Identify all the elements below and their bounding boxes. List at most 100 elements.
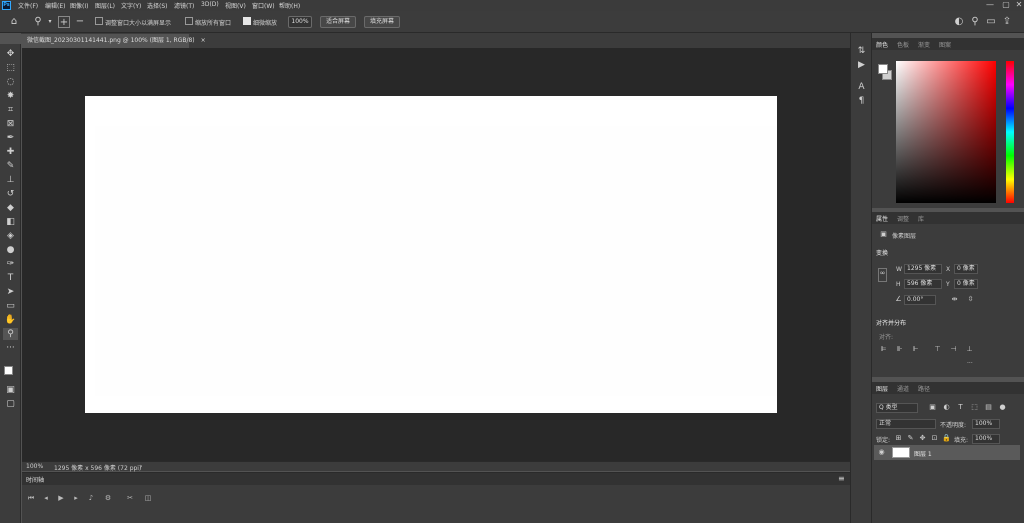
layer-name[interactable]: 图层 1 (914, 449, 932, 458)
screen-mode-icon[interactable]: ▢ (3, 398, 18, 410)
quick-mask-icon[interactable]: ▣ (3, 384, 18, 396)
zoom-tool-icon[interactable]: ⚲ (3, 328, 18, 340)
actions-panel-icon[interactable]: ▶ (855, 59, 868, 71)
blend-mode-select[interactable]: 正常 (876, 419, 936, 429)
minimize-button[interactable]: — (982, 0, 998, 11)
prev-frame-icon[interactable]: ◂ (40, 493, 52, 503)
layer-filter-select[interactable]: Q 类型 (876, 403, 918, 413)
tab-gradients[interactable]: 渐变 (918, 40, 930, 49)
crop-tool-icon[interactable]: ⌗ (3, 104, 18, 116)
tab-properties[interactable]: 属性 (876, 214, 888, 223)
quick-select-tool-icon[interactable]: ✸ (3, 90, 18, 102)
filter-shape-icon[interactable]: ⬚ (970, 403, 979, 412)
align-bottom-icon[interactable]: ⊥ (965, 345, 974, 354)
tab-channels[interactable]: 通道 (897, 384, 909, 393)
first-frame-icon[interactable]: ⏮ (25, 493, 37, 503)
menu-file[interactable]: 文件(F) (18, 1, 38, 10)
learn-icon[interactable]: ◐ (953, 16, 965, 28)
next-frame-icon[interactable]: ▸ (70, 493, 82, 503)
close-window-button[interactable]: ✕ (1011, 0, 1024, 11)
align-left-icon[interactable]: ⊫ (879, 345, 888, 354)
lock-position-icon[interactable]: ✥ (918, 434, 927, 443)
fit-screen-button[interactable]: 适合屏幕 (320, 16, 356, 28)
flip-horizontal-icon[interactable]: ⇹ (950, 295, 959, 304)
blur-tool-icon[interactable]: ◈ (3, 230, 18, 242)
resize-windows-checkbox[interactable] (95, 17, 103, 25)
y-field[interactable]: 0 像素 (954, 279, 978, 289)
menu-type[interactable]: 文字(Y) (121, 1, 141, 10)
flip-vertical-icon[interactable]: ⇳ (966, 295, 975, 304)
type-tool-icon[interactable]: T (3, 272, 18, 284)
transform-section-title[interactable]: 变换 (876, 248, 888, 257)
filter-type-icon[interactable]: T (956, 403, 965, 412)
visibility-eye-icon[interactable]: ◉ (877, 448, 886, 457)
tab-adjustments[interactable]: 调整 (897, 214, 909, 223)
eraser-tool-icon[interactable]: ◆ (3, 202, 18, 214)
menu-filter[interactable]: 滤镜(T) (174, 1, 194, 10)
zoom-out-icon[interactable]: − (74, 16, 86, 28)
move-tool-icon[interactable]: ✥ (3, 48, 18, 60)
clone-stamp-tool-icon[interactable]: ⊥ (3, 174, 18, 186)
search-icon[interactable]: ⚲ (969, 16, 981, 28)
x-field[interactable]: 0 像素 (954, 264, 978, 274)
lock-transparent-icon[interactable]: ⊞ (894, 434, 903, 443)
path-select-tool-icon[interactable]: ➤ (3, 286, 18, 298)
pen-tool-icon[interactable]: ✑ (3, 258, 18, 270)
history-brush-tool-icon[interactable]: ↺ (3, 188, 18, 200)
workspace-icon[interactable]: ▭ (985, 16, 997, 28)
tab-color[interactable]: 颜色 (876, 40, 888, 49)
timeline-menu-icon[interactable]: ≡ (838, 474, 845, 483)
menu-image[interactable]: 图像(I) (70, 1, 88, 10)
more-options-icon[interactable]: ... (967, 358, 973, 365)
zoom-all-checkbox[interactable] (185, 17, 193, 25)
audio-icon[interactable]: ♪ (85, 493, 97, 503)
align-vcenter-icon[interactable]: ⊣ (949, 345, 958, 354)
gradient-tool-icon[interactable]: ◧ (3, 216, 18, 228)
split-icon[interactable]: ✂ (124, 493, 136, 503)
tab-patterns[interactable]: 图案 (939, 40, 951, 49)
tab-libraries[interactable]: 库 (918, 214, 924, 223)
chevron-down-icon[interactable]: ▾ (44, 16, 56, 28)
fg-color-chip[interactable] (878, 64, 888, 74)
foreground-color-swatch[interactable] (4, 366, 13, 375)
lock-artboard-icon[interactable]: ⊡ (930, 434, 939, 443)
zoom-in-icon[interactable]: + (58, 16, 70, 28)
fill-screen-button[interactable]: 填充屏幕 (364, 16, 400, 28)
status-arrow[interactable]: › (140, 463, 142, 470)
zoom-value-field[interactable]: 100% (288, 16, 312, 28)
color-picker-field[interactable] (896, 61, 996, 203)
more-tools-icon[interactable]: ··· (3, 342, 18, 354)
status-zoom[interactable]: 100% (26, 463, 43, 470)
paragraph-panel-icon[interactable]: ¶ (855, 95, 868, 107)
lock-pixels-icon[interactable]: ✎ (906, 434, 915, 443)
brush-tool-icon[interactable]: ✎ (3, 160, 18, 172)
link-dimensions-icon[interactable]: ∞ (878, 268, 887, 282)
timeline-title[interactable]: 时间轴 (26, 475, 44, 484)
menu-layer[interactable]: 图层(L) (95, 1, 115, 10)
tab-paths[interactable]: 路径 (918, 384, 930, 393)
menu-window[interactable]: 窗口(W) (252, 1, 275, 10)
marquee-tool-icon[interactable]: ⬚ (3, 62, 18, 74)
fill-field[interactable]: 100% (972, 434, 1000, 444)
align-right-icon[interactable]: ⊩ (911, 345, 920, 354)
canvas-area[interactable] (22, 48, 850, 461)
scrubby-zoom-checkbox[interactable] (243, 17, 251, 25)
eyedropper-tool-icon[interactable]: ✒ (3, 132, 18, 144)
history-panel-icon[interactable]: ⇅ (855, 45, 868, 57)
lock-all-icon[interactable]: 🔒 (942, 434, 951, 443)
document-canvas[interactable] (85, 96, 777, 413)
zoom-tool-icon[interactable]: ⚲ (32, 16, 44, 28)
menu-3d[interactable]: 3D(D) (201, 1, 219, 8)
hue-slider[interactable] (1006, 61, 1014, 203)
healing-brush-tool-icon[interactable]: ✚ (3, 146, 18, 158)
settings-icon[interactable]: ⚙ (102, 493, 114, 503)
close-tab-icon[interactable]: × (201, 37, 206, 44)
transition-icon[interactable]: ◫ (142, 493, 154, 503)
menu-select[interactable]: 选择(S) (147, 1, 168, 10)
angle-field[interactable]: 0.00° (904, 295, 936, 305)
layer-row[interactable]: ◉ 图层 1 (874, 445, 1020, 460)
lasso-tool-icon[interactable]: ◌ (3, 76, 18, 88)
frame-tool-icon[interactable]: ⊠ (3, 118, 18, 130)
tab-layers[interactable]: 图层 (876, 384, 888, 393)
dodge-tool-icon[interactable]: ● (3, 244, 18, 256)
